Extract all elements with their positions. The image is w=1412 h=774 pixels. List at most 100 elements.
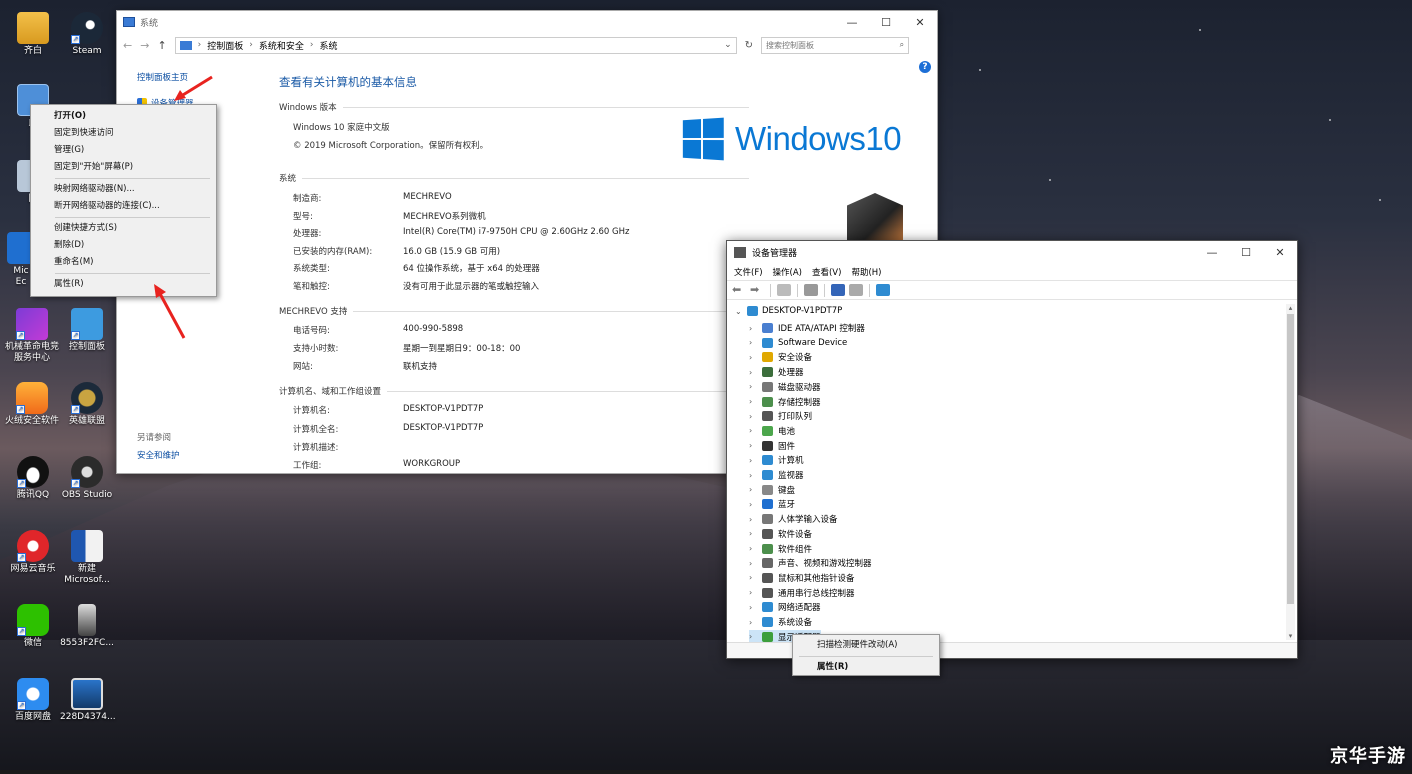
forward-arrow-icon[interactable]: → (140, 39, 149, 52)
chevron-right-icon[interactable]: › (749, 412, 757, 421)
action-pane-icon[interactable] (849, 284, 863, 296)
scroll-down-icon[interactable]: ▾ (1286, 632, 1295, 640)
device-tree-root[interactable]: ⌄ DESKTOP-V1PDT7P (735, 306, 842, 316)
maximize-button[interactable]: ☐ (869, 16, 903, 29)
chevron-right-icon[interactable]: › (749, 353, 757, 362)
chevron-right-icon[interactable]: › (749, 515, 757, 524)
scan-hardware-icon[interactable] (876, 284, 890, 296)
menu-item-disconnect-drive[interactable]: 断开网络驱动器的连接(C)... (31, 198, 216, 215)
chevron-right-icon[interactable]: › (749, 559, 757, 568)
desktop-icon-huorong[interactable]: ↗ 火绒安全软件 (4, 382, 60, 427)
device-category[interactable]: › 计算机 (749, 453, 804, 467)
scrollbar-thumb[interactable] (1287, 314, 1294, 604)
menu-item-manage[interactable]: 管理(G) (31, 142, 216, 159)
device-category[interactable]: › 安全设备 (749, 350, 812, 364)
chevron-right-icon[interactable]: › (749, 618, 757, 627)
online-support-link[interactable]: 联机支持 (403, 360, 437, 372)
desktop-icon-steam[interactable]: ↗ Steam (60, 12, 114, 57)
close-button[interactable]: ✕ (903, 16, 937, 29)
menu-file[interactable]: 文件(F) (734, 266, 763, 278)
device-category[interactable]: › 鼠标和其他指针设备 (749, 571, 855, 585)
close-button[interactable]: ✕ (1263, 246, 1297, 259)
device-category[interactable]: › 系统设备 (749, 615, 812, 629)
menu-item-open[interactable]: 打开(O) (31, 108, 216, 125)
device-category[interactable]: › 人体学输入设备 (749, 512, 838, 526)
device-category[interactable]: › Software Device (749, 336, 847, 350)
breadcrumb-control-panel[interactable]: 控制面板 (207, 39, 243, 52)
chevron-right-icon[interactable]: › (749, 529, 757, 538)
desktop-icon-image-file-2[interactable]: 228D4374... (60, 678, 116, 723)
minimize-button[interactable]: — (835, 16, 869, 29)
menu-item-map-drive[interactable]: 映射网络驱动器(N)... (31, 181, 216, 198)
chevron-right-icon[interactable]: › (749, 485, 757, 494)
desktop-icon-word-doc[interactable]: 新建 Microsof... (60, 530, 114, 586)
chevron-right-icon[interactable]: › (749, 324, 757, 333)
chevron-right-icon[interactable]: › (749, 500, 757, 509)
menu-item-pin-start[interactable]: 固定到"开始"屏幕(P) (31, 159, 216, 176)
device-category[interactable]: › 通用串行总线控制器 (749, 586, 855, 600)
device-category[interactable]: › 声音、视频和游戏控制器 (749, 556, 872, 570)
chevron-right-icon[interactable]: › (749, 588, 757, 597)
desktop-icon-control-panel[interactable]: ↗ 控制面板 (60, 308, 114, 353)
help-icon[interactable]: ? (919, 61, 931, 73)
maximize-button[interactable]: ☐ (1229, 246, 1263, 259)
chevron-right-icon[interactable]: › (749, 544, 757, 553)
desktop-icon-baidu-netdisk[interactable]: ↗ 百度网盘 (6, 678, 60, 723)
chevron-right-icon[interactable]: › (749, 456, 757, 465)
chevron-right-icon[interactable]: › (749, 382, 757, 391)
device-category[interactable]: › 打印队列 (749, 409, 812, 423)
device-category[interactable]: › 网络适配器 (749, 600, 821, 614)
chevron-right-icon[interactable]: › (749, 338, 757, 347)
scroll-up-icon[interactable]: ▴ (1286, 304, 1295, 312)
chevron-down-icon[interactable]: ⌄ (735, 307, 743, 316)
chevron-right-icon[interactable]: › (749, 632, 757, 641)
device-category[interactable]: › 软件设备 (749, 527, 812, 541)
back-arrow-icon[interactable]: ← (123, 39, 132, 52)
menu-item-delete[interactable]: 删除(D) (31, 237, 216, 254)
chevron-right-icon[interactable]: › (749, 368, 757, 377)
minimize-button[interactable]: — (1195, 246, 1229, 259)
up-arrow-icon[interactable]: ↑ (157, 39, 166, 52)
breadcrumb-system-security[interactable]: 系统和安全 (259, 39, 304, 52)
menu-item-pin-quick-access[interactable]: 固定到快速访问 (31, 125, 216, 142)
device-category[interactable]: › 磁盘驱动器 (749, 380, 821, 394)
menu-item-create-shortcut[interactable]: 创建快捷方式(S) (31, 220, 216, 237)
menu-item-properties[interactable]: 属性(R) (793, 659, 939, 676)
device-category[interactable]: › 监视器 (749, 468, 804, 482)
menu-action[interactable]: 操作(A) (773, 266, 802, 278)
address-bar[interactable]: › 控制面板 › 系统和安全 › 系统 ⌄ (174, 36, 737, 54)
chevron-right-icon[interactable]: › (749, 397, 757, 406)
chevron-right-icon[interactable]: › (749, 426, 757, 435)
properties-icon[interactable] (804, 284, 818, 296)
desktop-icon-lol[interactable]: ↗ 英雄联盟 (60, 382, 114, 427)
desktop-icon-wechat[interactable]: ↗ 微信 (6, 604, 60, 649)
desktop-icon-qibai[interactable]: 齐白 (6, 12, 60, 57)
desktop-icon-netease-music[interactable]: ↗ 网易云音乐 (6, 530, 60, 575)
refresh-icon[interactable]: ↻ (745, 40, 753, 51)
device-category[interactable]: › IDE ATA/ATAPI 控制器 (749, 321, 865, 335)
breadcrumb-system[interactable]: 系统 (320, 39, 338, 52)
device-category[interactable]: › 处理器 (749, 365, 804, 379)
device-tree-scrollbar[interactable]: ▴ ▾ (1286, 304, 1295, 640)
desktop-icon-image-file-1[interactable]: 8553F2FC... (60, 604, 114, 649)
forward-arrow-icon[interactable]: ➡ (750, 284, 764, 296)
chevron-right-icon[interactable]: › (749, 603, 757, 612)
device-category[interactable]: › 键盘 (749, 483, 795, 497)
show-hide-console-icon[interactable] (777, 284, 791, 296)
chevron-right-icon[interactable]: › (749, 573, 757, 582)
device-category[interactable]: › 软件组件 (749, 542, 812, 556)
chevron-right-icon[interactable]: › (749, 471, 757, 480)
search-control-panel-input[interactable]: 搜索控制面板 ⌕ (761, 36, 910, 54)
desktop-icon-qq[interactable]: ↗ 腾讯QQ (6, 456, 60, 501)
system-window-titlebar[interactable]: 系统 — ☐ ✕ (117, 11, 937, 33)
menu-help[interactable]: 帮助(H) (851, 266, 881, 278)
device-category[interactable]: › 电池 (749, 424, 795, 438)
device-manager-titlebar[interactable]: 设备管理器 — ☐ ✕ (727, 241, 1297, 263)
chevron-right-icon[interactable]: › (749, 441, 757, 450)
menu-item-rename[interactable]: 重命名(M) (31, 254, 216, 271)
device-category[interactable]: › 蓝牙 (749, 497, 795, 511)
desktop-icon-obs[interactable]: ↗ OBS Studio (60, 456, 114, 501)
menu-view[interactable]: 查看(V) (812, 266, 841, 278)
device-category[interactable]: › 固件 (749, 439, 795, 453)
menu-item-scan-hardware[interactable]: 扫描检测硬件改动(A) (793, 637, 939, 654)
